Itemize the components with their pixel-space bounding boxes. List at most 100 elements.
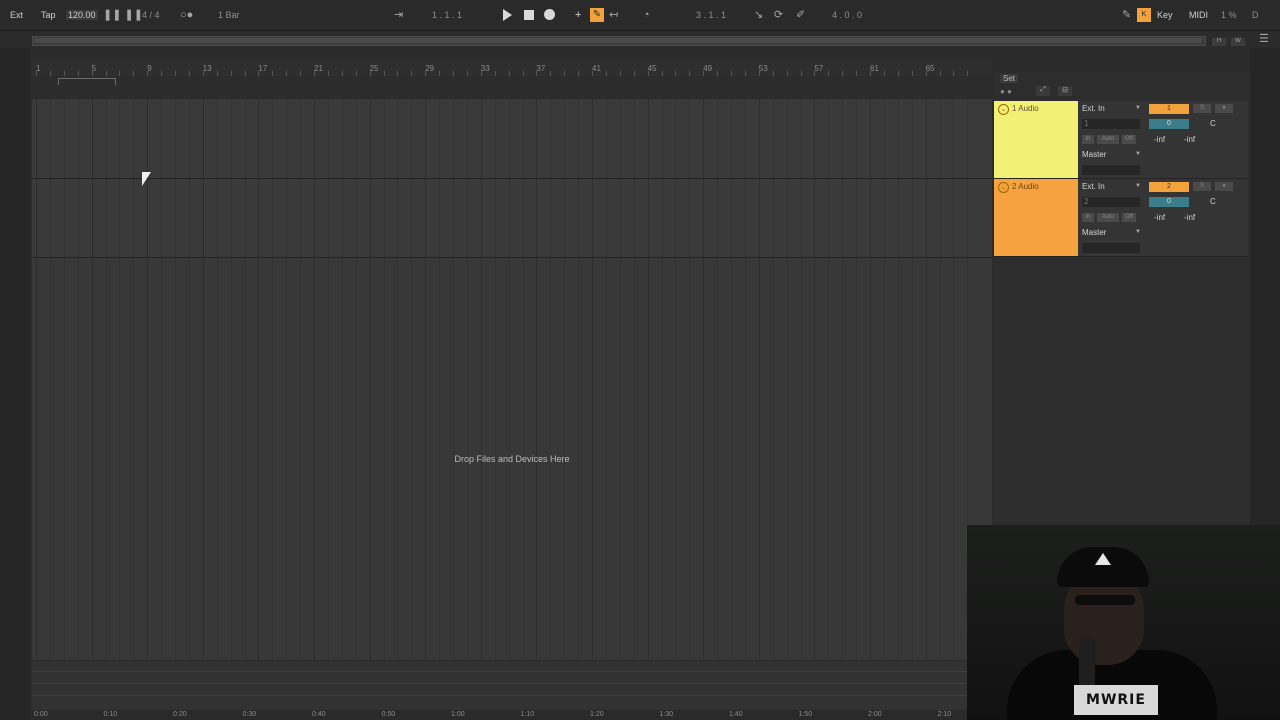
grid-line — [341, 179, 343, 257]
grid-line — [355, 99, 357, 178]
time-signature-field[interactable]: 4 / 4 — [142, 10, 160, 20]
automation-area[interactable] — [32, 660, 967, 711]
solo-button-1[interactable]: S — [1193, 104, 1211, 113]
monitor-auto-2[interactable]: Auto — [1097, 213, 1119, 222]
grid-line — [939, 258, 941, 660]
monitor-in-2[interactable]: In — [1082, 213, 1094, 222]
grid-line — [147, 99, 149, 178]
stop-icon[interactable] — [524, 10, 534, 20]
loop-icon[interactable]: ⟳ — [774, 8, 783, 22]
track-name-1[interactable]: 1 Audio — [1012, 104, 1039, 113]
loop-brace[interactable] — [58, 78, 116, 85]
grid-line — [911, 258, 913, 660]
track-color-2[interactable]: ⌄ 2 Audio — [994, 179, 1078, 256]
track-lane-2[interactable] — [32, 179, 992, 258]
grid-line — [828, 258, 830, 660]
input-type-2[interactable]: Ext. In — [1082, 182, 1105, 191]
time-ruler[interactable]: 0:00 0:10 0:20 0:30 0:40 0:50 1:00 1:10 1:20 1:30… — [32, 710, 967, 720]
track-fold-icons[interactable]: ● ● — [1000, 87, 1012, 96]
input-channel-2[interactable]: 2 — [1082, 197, 1140, 207]
chevron-down-icon[interactable]: ▼ — [1135, 183, 1141, 189]
play-icon[interactable] — [503, 9, 512, 21]
time-ruler-label: 2:10 — [937, 711, 952, 718]
punch-in-icon[interactable]: ↤ — [609, 8, 618, 22]
output-1[interactable]: Master — [1082, 150, 1106, 159]
grid-line — [425, 99, 427, 178]
pan-field-1[interactable]: C — [1210, 119, 1216, 128]
fold-icon[interactable]: ⌄ — [998, 104, 1009, 115]
chevron-down-icon[interactable]: ▼ — [1135, 151, 1141, 157]
grid-line — [36, 179, 37, 257]
track-color-1[interactable]: ⌄ 1 Audio — [994, 101, 1078, 178]
chevron-down-icon[interactable]: ▼ — [1135, 229, 1141, 235]
grid-line — [300, 99, 302, 178]
track-activator-1[interactable]: 1 — [1149, 104, 1189, 114]
fold-icon[interactable]: ⌄ — [998, 182, 1009, 193]
input-type-1[interactable]: Ext. In — [1082, 104, 1105, 113]
loop-punch-icon[interactable]: ↘ — [754, 8, 763, 22]
grid-line — [244, 99, 246, 178]
volume-field-1[interactable]: 0 — [1149, 119, 1189, 129]
overview-scroll-handle[interactable] — [34, 38, 1202, 43]
lock-icon[interactable]: ⊟ — [1058, 86, 1072, 96]
time-ruler-label: 0:00 — [34, 711, 48, 718]
metronome-toggle-icon[interactable]: ○● — [180, 8, 193, 22]
midi-map-button[interactable]: MIDI — [1189, 10, 1208, 20]
chevron-down-icon[interactable]: ▼ — [1135, 105, 1141, 111]
draw-mode-icon[interactable]: ✎ — [590, 8, 604, 22]
ruler-bar-label: 49 — [703, 64, 713, 73]
overview-w-button[interactable]: W — [1231, 38, 1245, 46]
peak-right-1: -inf — [1184, 135, 1196, 144]
grid-line — [105, 99, 107, 178]
tap-tempo-button[interactable]: Tap — [41, 10, 56, 20]
draw-toggle-icon[interactable]: ✎ — [1122, 8, 1131, 22]
track-header-2[interactable]: ⌄ 2 Audio Ext. In ▼ 2 In Auto Off Master… — [994, 179, 1248, 257]
grid-line — [925, 179, 927, 257]
volume-field-2[interactable]: 0 — [1149, 197, 1189, 207]
monitor-off-1[interactable]: Off — [1122, 135, 1136, 144]
loop-length-field[interactable]: 4 . 0 . 0 — [832, 10, 862, 20]
overview-h-button[interactable]: H — [1212, 38, 1226, 46]
track-activator-2[interactable]: 2 — [1149, 182, 1189, 192]
loop-start-field[interactable]: 3 . 1 . 1 — [696, 10, 726, 20]
record-icon[interactable] — [544, 9, 555, 20]
song-position-field[interactable]: 1 . 1 . 1 — [432, 10, 462, 20]
output-sub-1[interactable] — [1082, 165, 1140, 175]
ext-sync-button[interactable]: Ext — [10, 10, 23, 20]
output-2[interactable]: Master — [1082, 228, 1106, 237]
input-channel-1[interactable]: 1 — [1082, 119, 1140, 129]
output-sub-2[interactable] — [1082, 243, 1140, 253]
pencil-icon[interactable]: ✐ — [796, 8, 805, 22]
add-icon[interactable]: + — [575, 8, 581, 22]
monitor-auto-1[interactable]: Auto — [1097, 135, 1119, 144]
solo-button-2[interactable]: S — [1193, 182, 1211, 191]
pan-field-2[interactable]: C — [1210, 197, 1216, 206]
grid-line — [717, 258, 719, 660]
track-lane-1[interactable] — [32, 99, 992, 179]
key-map-icon[interactable]: K — [1137, 8, 1151, 22]
monitor-in-1[interactable]: In — [1082, 135, 1094, 144]
quantize-menu[interactable]: 1 Bar — [218, 10, 240, 20]
arm-button-2[interactable]: ● — [1215, 182, 1233, 191]
grid-line — [870, 258, 871, 660]
grid-line — [355, 179, 357, 257]
menu-icon[interactable]: ☰ — [1259, 32, 1269, 46]
grid-line — [508, 179, 510, 257]
metronome-icon[interactable]: ❚❚ ❚❚ — [103, 8, 143, 22]
track-header-1[interactable]: ⌄ 1 Audio Ext. In ▼ 1 In Auto Off Master… — [994, 101, 1248, 179]
arm-button-1[interactable]: ● — [1215, 104, 1233, 113]
session-record-icon[interactable]: ◔ — [643, 8, 650, 22]
monitor-off-2[interactable]: Off — [1122, 213, 1136, 222]
loop-bar[interactable] — [32, 76, 992, 98]
expand-icon[interactable]: ⤢ — [1036, 86, 1050, 96]
grid-line — [133, 99, 135, 178]
track-name-2[interactable]: 2 Audio — [1012, 182, 1039, 191]
grid-line — [689, 258, 691, 660]
grid-line — [786, 99, 788, 178]
grid-line — [731, 179, 732, 257]
grid-line — [397, 99, 399, 178]
key-map-button[interactable]: Key — [1157, 10, 1173, 20]
follow-icon[interactable]: ⇥ — [394, 8, 403, 22]
beat-time-ruler[interactable]: 1 5 9 13 17 21 25 29 33 37 41 45 49 53 57 61 65 — [32, 60, 992, 77]
tempo-field[interactable]: 120.00 — [66, 10, 98, 20]
